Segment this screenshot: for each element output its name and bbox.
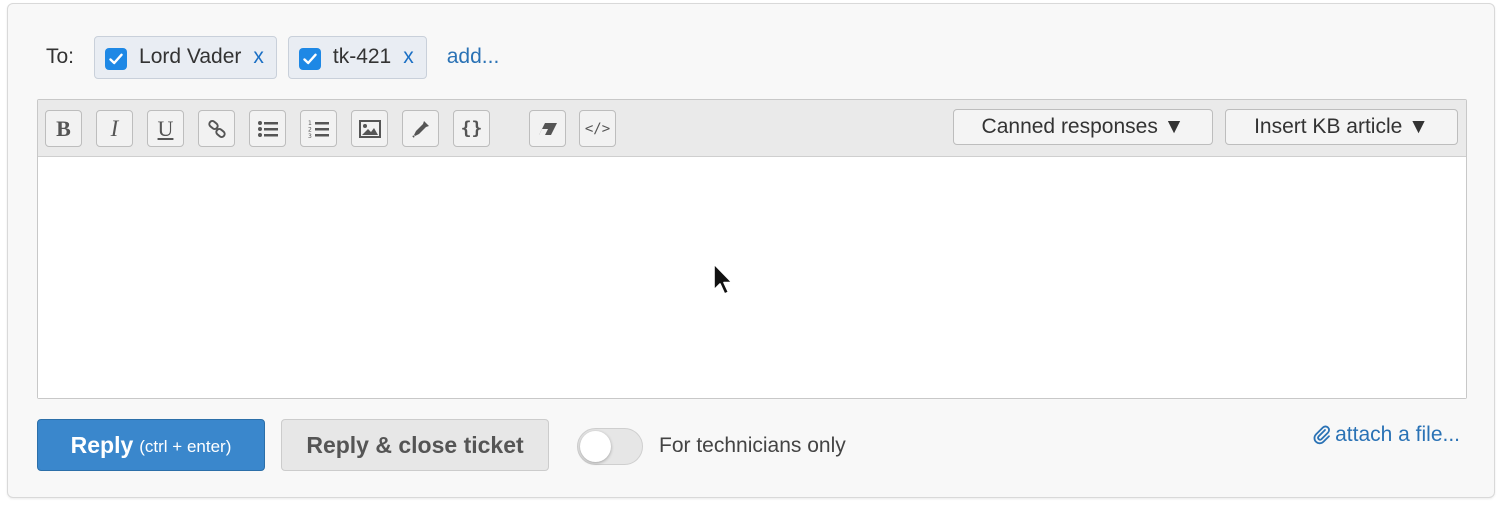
canned-responses-dropdown[interactable]: Canned responses ▼ bbox=[953, 109, 1213, 145]
bullet-list-icon bbox=[257, 120, 278, 137]
image-button[interactable] bbox=[351, 110, 388, 147]
link-button[interactable] bbox=[198, 110, 235, 147]
image-icon bbox=[358, 119, 381, 138]
bold-button[interactable]: B bbox=[45, 110, 82, 147]
bullet-list-button[interactable] bbox=[249, 110, 286, 147]
recipient-checkbox[interactable] bbox=[105, 48, 128, 70]
eraser-icon bbox=[538, 122, 557, 135]
insert-kb-article-dropdown[interactable]: Insert KB article ▼ bbox=[1225, 109, 1458, 145]
underline-icon: U bbox=[157, 115, 174, 141]
attach-file-label: attach a file... bbox=[1335, 423, 1460, 446]
rich-text-editor: B I U 1 2 3 {} </> Canned responses ▼ In… bbox=[37, 99, 1467, 399]
toggle-knob bbox=[580, 431, 611, 462]
editor-body[interactable] bbox=[38, 157, 1466, 398]
editor-toolbar: B I U 1 2 3 {} </> Canned responses ▼ In… bbox=[38, 100, 1466, 157]
bold-icon: B bbox=[56, 115, 71, 141]
reply-button[interactable]: Reply (ctrl + enter) bbox=[37, 419, 265, 471]
recipient-name: tk-421 bbox=[332, 45, 392, 68]
to-label: To: bbox=[46, 45, 75, 68]
numbered-list-icon: 1 2 3 bbox=[308, 120, 329, 139]
recipients-row: To: Lord Vader x tk-421 x add... bbox=[46, 34, 499, 80]
underline-button[interactable]: U bbox=[147, 110, 184, 147]
recipient-checkbox[interactable] bbox=[298, 48, 321, 70]
recipient-chip-lord-vader: Lord Vader x bbox=[94, 35, 277, 79]
code-block-button[interactable]: {} bbox=[453, 110, 490, 147]
remove-recipient-button[interactable]: x bbox=[253, 45, 264, 69]
html-source-icon: </> bbox=[584, 120, 611, 137]
reply-shortcut-hint: (ctrl + enter) bbox=[139, 437, 232, 456]
recipient-name: Lord Vader bbox=[139, 45, 242, 68]
eyedropper-icon bbox=[411, 120, 429, 138]
recipient-chip-tk-421: tk-421 x bbox=[287, 35, 427, 79]
italic-icon: I bbox=[110, 115, 119, 141]
reply-button-label: Reply bbox=[70, 431, 134, 458]
add-recipient-link[interactable]: add... bbox=[447, 45, 500, 69]
reply-close-ticket-button[interactable]: Reply & close ticket bbox=[281, 419, 549, 471]
reply-panel: To: Lord Vader x tk-421 x add... B I U 1… bbox=[7, 3, 1495, 498]
technicians-only-toggle[interactable] bbox=[577, 428, 643, 465]
technicians-only-label: For technicians only bbox=[659, 434, 846, 457]
svg-text:3: 3 bbox=[308, 133, 312, 139]
italic-button[interactable]: I bbox=[96, 110, 133, 147]
clear-format-button[interactable] bbox=[529, 110, 566, 147]
mouse-cursor-icon bbox=[713, 263, 733, 295]
check-icon bbox=[303, 53, 317, 65]
numbered-list-button[interactable]: 1 2 3 bbox=[300, 110, 337, 147]
color-picker-button[interactable] bbox=[402, 110, 439, 147]
html-source-button[interactable]: </> bbox=[579, 110, 616, 147]
code-braces-icon: {} bbox=[460, 118, 483, 139]
link-icon bbox=[207, 119, 226, 138]
remove-recipient-button[interactable]: x bbox=[403, 45, 414, 69]
attach-file-link[interactable]: attach a file... bbox=[1313, 423, 1460, 447]
paperclip-icon bbox=[1313, 425, 1331, 445]
check-icon bbox=[109, 53, 123, 65]
